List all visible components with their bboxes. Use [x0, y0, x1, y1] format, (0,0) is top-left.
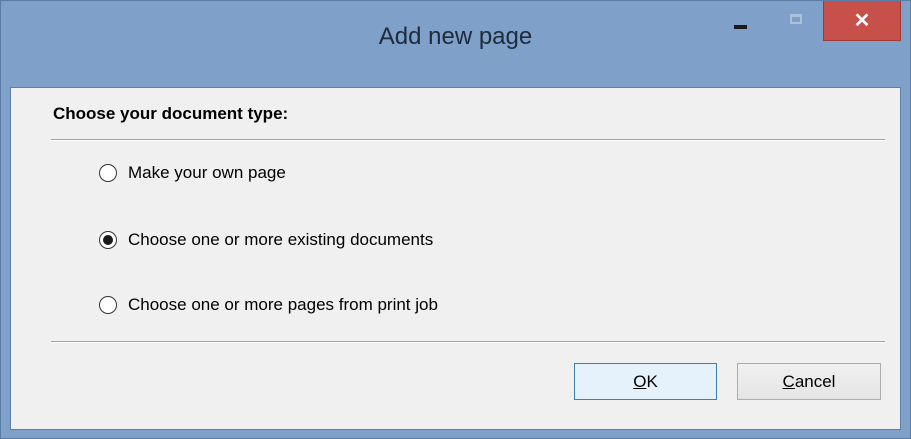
dialog-client-area: Choose your document type: Make your own…	[10, 87, 901, 430]
close-button[interactable]: ✕	[823, 1, 901, 41]
radio-selected-dot	[103, 235, 113, 245]
cancel-mnemonic: C	[782, 371, 795, 391]
ok-label-rest: K	[646, 371, 658, 391]
maximize-button	[769, 1, 823, 41]
title-bar[interactable]: Add new page ✕	[1, 1, 910, 87]
document-type-heading: Choose your document type:	[53, 104, 289, 123]
radio-label: Make your own page	[128, 163, 286, 182]
radio-print-job-pages[interactable]: Choose one or more pages from print job	[99, 293, 438, 317]
radio-existing-documents[interactable]: Choose one or more existing documents	[99, 228, 433, 252]
radio-label: Choose one or more existing documents	[128, 230, 434, 249]
minimize-icon	[733, 25, 747, 29]
ok-mnemonic: O	[633, 371, 647, 391]
radio-label: Choose one or more pages from print job	[128, 295, 438, 314]
radio-button-unselected[interactable]	[99, 296, 117, 314]
ok-button[interactable]: OK	[574, 363, 717, 400]
maximize-icon	[790, 14, 802, 24]
minimize-button[interactable]	[713, 1, 767, 41]
bottom-separator	[51, 341, 885, 343]
cancel-label-rest: ancel	[794, 371, 836, 391]
radio-button-selected[interactable]	[99, 231, 117, 249]
radio-button-unselected[interactable]	[99, 164, 117, 182]
dialog-window: Add new page ✕ Choose your document type…	[0, 0, 911, 439]
cancel-button[interactable]: Cancel	[737, 363, 881, 400]
close-icon: ✕	[853, 10, 871, 32]
top-separator	[51, 139, 885, 141]
radio-make-own-page[interactable]: Make your own page	[99, 161, 286, 185]
